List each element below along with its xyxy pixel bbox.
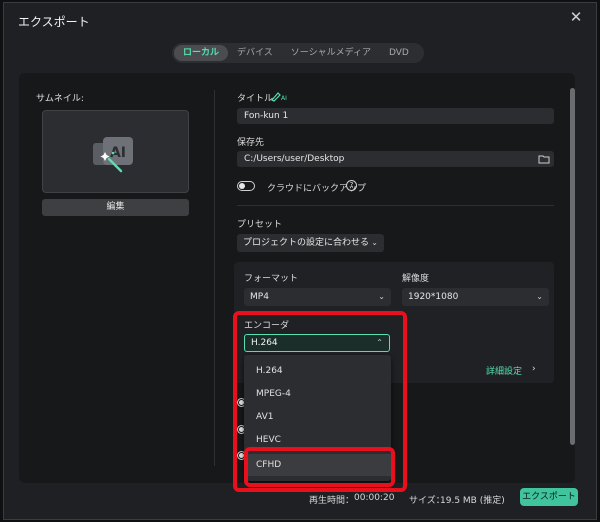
- chevron-up-icon: ⌃: [376, 338, 383, 347]
- save-to-label: 保存先: [237, 138, 265, 148]
- dialog-title: エクスポート: [18, 15, 90, 29]
- encoder-value: H.264: [251, 338, 278, 348]
- chevron-right-icon[interactable]: ›: [532, 364, 536, 374]
- chevron-down-icon: ⌄: [378, 292, 385, 301]
- edit-thumbnail-button[interactable]: 編集: [42, 199, 189, 216]
- encoder-option-av1[interactable]: AV1: [244, 406, 391, 428]
- format-value: MP4: [250, 292, 269, 302]
- tab-local[interactable]: ローカル: [174, 45, 229, 61]
- advanced-settings-link[interactable]: 詳細設定: [486, 364, 522, 377]
- svg-text:AI: AI: [281, 95, 287, 102]
- duration-label: 再生時間：: [309, 496, 355, 506]
- duration-value: 00:00:20: [354, 493, 395, 503]
- column-divider: [214, 90, 215, 466]
- thumbnail-preview: AI: [42, 110, 189, 193]
- thumbnail-label: サムネイル:: [36, 94, 84, 104]
- tab-dvd[interactable]: DVD: [380, 45, 418, 61]
- tab-social-media[interactable]: ソーシャルメディア: [282, 45, 380, 61]
- format-select[interactable]: MP4 ⌄: [244, 288, 391, 306]
- section-divider: [237, 205, 554, 206]
- tab-device[interactable]: デバイス: [228, 45, 282, 61]
- resolution-value: 1920*1080: [408, 292, 459, 302]
- close-icon[interactable]: ✕: [568, 9, 584, 25]
- title-input[interactable]: Fon-kun 1: [237, 108, 554, 124]
- preset-label: プリセット: [237, 220, 283, 230]
- save-path-input[interactable]: C:/Users/user/Desktop: [237, 151, 554, 167]
- encoder-label: エンコーダ: [244, 321, 290, 331]
- format-label: フォーマット: [244, 274, 299, 284]
- export-button[interactable]: エクスポート: [520, 488, 578, 506]
- size-value: 19.5 MB (推定): [440, 496, 505, 506]
- encoder-option-h264[interactable]: H.264: [244, 360, 391, 382]
- encoder-option-cfhd[interactable]: CFHD: [244, 454, 391, 476]
- cloud-backup-toggle[interactable]: [237, 181, 255, 191]
- encoder-select[interactable]: H.264 ⌃: [244, 334, 390, 352]
- ai-pen-icon[interactable]: AI: [270, 91, 288, 102]
- resolution-label: 解像度: [402, 274, 430, 284]
- title-label: タイトル: [237, 94, 274, 104]
- ai-magic-icon: AI: [93, 137, 133, 173]
- chevron-down-icon: ⌄: [371, 238, 378, 247]
- resolution-select[interactable]: 1920*1080 ⌄: [402, 288, 549, 306]
- encoder-option-hevc[interactable]: HEVC: [244, 429, 391, 451]
- encoder-dropdown: H.264 MPEG-4 AV1 HEVC CFHD: [244, 355, 391, 481]
- export-target-tabs: ローカル デバイス ソーシャルメディア DVD: [172, 43, 424, 63]
- chevron-down-icon: ⌄: [536, 292, 543, 301]
- encoder-option-mpeg4[interactable]: MPEG-4: [244, 383, 391, 405]
- help-icon[interactable]: ?: [346, 180, 357, 191]
- scrollbar[interactable]: [570, 88, 575, 445]
- preset-value: プロジェクトの設定に合わせる: [243, 238, 370, 248]
- folder-icon[interactable]: [538, 154, 550, 164]
- preset-select[interactable]: プロジェクトの設定に合わせる ⌄: [237, 234, 384, 252]
